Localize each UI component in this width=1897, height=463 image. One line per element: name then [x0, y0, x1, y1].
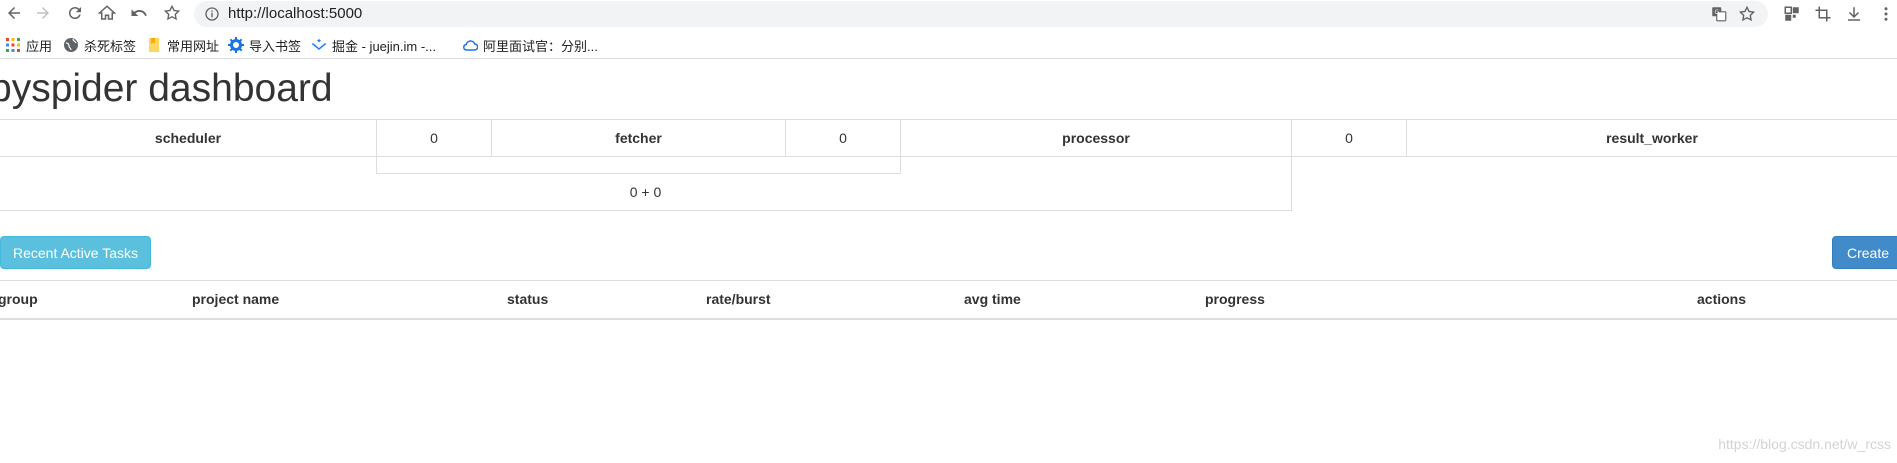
apps-grid-icon — [6, 38, 20, 52]
queue-processor: processor — [1062, 130, 1130, 146]
url-text[interactable]: http://localhost:5000 — [228, 6, 362, 22]
bookmark-kill-tabs[interactable]: 杀死标签 — [63, 36, 136, 54]
column-header-status[interactable]: status — [507, 288, 548, 310]
home-icon[interactable] — [96, 2, 118, 24]
folder-icon — [149, 38, 159, 52]
svg-text:G: G — [1715, 9, 1720, 16]
browser-toolbar: http://localhost:5000 G — [0, 0, 1897, 28]
create-project-button[interactable]: Create — [1832, 236, 1897, 269]
page-title: pyspider dashboard — [0, 67, 333, 110]
forward-icon[interactable] — [32, 2, 54, 24]
watermark: https://blog.csdn.net/w_rcss — [1718, 436, 1891, 452]
back-icon[interactable] — [3, 2, 25, 24]
gear-icon — [228, 37, 244, 53]
queue-count-processor-result: 0 — [1345, 130, 1353, 146]
bookmark-label: 阿里面试官：分别... — [483, 38, 598, 54]
queue-count-fetcher-processor: 0 — [839, 130, 847, 146]
bookmark-star-icon[interactable] — [161, 2, 183, 24]
column-header-avg-time[interactable]: avg time — [964, 288, 1021, 310]
bookmark-apps[interactable]: 应用 — [5, 36, 52, 54]
column-header-actions[interactable]: actions — [1697, 288, 1746, 310]
bookmark-label: 掘金 - juejin.im -... — [332, 38, 437, 54]
column-header-rate-burst[interactable]: rate/burst — [706, 288, 771, 310]
queue-count-scheduler-fetcher: 0 — [430, 130, 438, 146]
bookmark-label: 应用 — [26, 38, 53, 54]
qr-extension-icon[interactable] — [1782, 4, 1802, 24]
undo-icon[interactable] — [128, 2, 150, 24]
bookmark-common-sites[interactable]: 常用网址 — [146, 36, 219, 54]
juejin-icon — [311, 39, 327, 50]
bookmarks-bar: 应用 杀死标签 常用网址 导入书签 掘金 - juejin.im -... 阿里… — [0, 32, 1897, 59]
divider — [0, 318, 1897, 320]
bookmark-alibaba-interview[interactable]: 阿里面试官：分别... — [462, 36, 598, 54]
star-icon[interactable] — [1738, 5, 1756, 23]
recent-active-tasks-button[interactable]: Recent Active Tasks — [0, 236, 151, 269]
translate-icon[interactable]: G — [1710, 5, 1728, 23]
bookmark-juejin[interactable]: 掘金 - juejin.im -... — [311, 36, 436, 54]
bookmark-label: 杀死标签 — [84, 38, 137, 54]
column-header-progress[interactable]: progress — [1205, 288, 1265, 310]
bookmark-label: 导入书签 — [249, 38, 302, 54]
bookmark-label: 常用网址 — [167, 38, 220, 54]
divider — [0, 210, 1292, 211]
crop-extension-icon[interactable] — [1813, 4, 1833, 24]
download-icon[interactable] — [1844, 4, 1864, 24]
reload-icon[interactable] — [64, 2, 86, 24]
fetcher-sum: 0 + 0 — [629, 184, 662, 200]
column-header-project-name[interactable]: project name — [192, 288, 279, 310]
queue-result-worker: result_worker — [1606, 130, 1698, 146]
address-bar[interactable]: http://localhost:5000 G — [194, 1, 1768, 27]
globe-icon — [64, 38, 78, 52]
cloud-icon — [463, 40, 478, 51]
menu-icon[interactable] — [1876, 4, 1896, 24]
queue-scheduler: scheduler — [154, 130, 222, 146]
column-header-group[interactable]: group — [0, 288, 38, 310]
info-icon[interactable] — [204, 6, 220, 22]
queue-fetcher: fetcher — [615, 130, 662, 146]
bookmark-import[interactable]: 导入书签 — [228, 36, 301, 54]
divider — [0, 280, 1897, 281]
divider — [0, 156, 1897, 157]
